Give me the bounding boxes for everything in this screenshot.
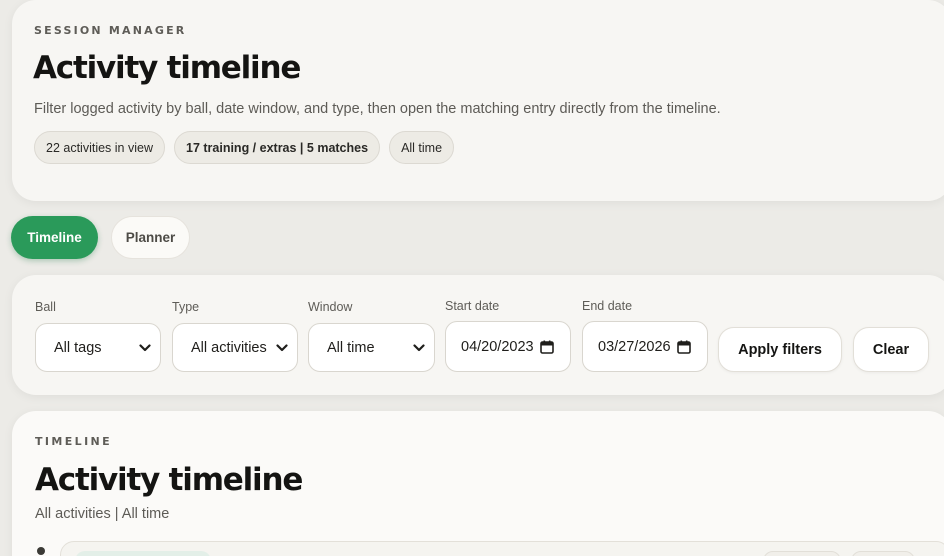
entry-tag [75,551,211,556]
time-window-chip: All time [389,131,455,164]
calendar-icon[interactable] [540,340,554,354]
type-select[interactable]: All activities [172,323,298,372]
window-select[interactable]: All time [308,323,435,372]
entry-action-button[interactable] [763,551,841,556]
chevron-down-icon [267,343,297,352]
timeline-subtitle: All activities | All time [35,506,170,522]
summary-chips: 22 activities in view 17 training / extr… [34,131,455,164]
start-date-value: 04/20/2023 [461,338,534,355]
page-title: Activity timeline [33,50,301,86]
ball-select-value: All tags [54,339,102,356]
clear-filters-button[interactable]: Clear [853,327,929,372]
start-date-label: Start date [445,299,500,313]
page-description: Filter logged activity by ball, date win… [34,101,721,117]
activities-count-chip: 22 activities in view [34,131,165,164]
timeline-card: TIMELINE Activity timeline All activitie… [12,411,944,556]
start-date-input[interactable]: 04/20/2023 [445,321,571,372]
calendar-icon[interactable] [677,340,691,354]
chevron-down-icon [404,343,434,352]
window-filter-label: Window [308,300,353,314]
ball-filter-label: Ball [35,300,56,314]
page: SESSION MANAGER Activity timeline Filter… [0,0,944,556]
end-date-value: 03/27/2026 [598,338,671,355]
section-eyebrow: SESSION MANAGER [34,24,187,37]
ball-select[interactable]: All tags [35,323,161,372]
timeline-eyebrow: TIMELINE [35,435,113,448]
end-date-input[interactable]: 03/27/2026 [582,321,708,372]
tab-planner[interactable]: Planner [111,216,190,259]
timeline-entry[interactable] [60,541,944,556]
session-header-card: SESSION MANAGER Activity timeline Filter… [12,0,944,201]
end-date-label: End date [582,299,633,313]
apply-filters-button[interactable]: Apply filters [718,327,842,372]
type-filter-label: Type [172,300,200,314]
timeline-title: Activity timeline [35,462,303,498]
tab-timeline[interactable]: Timeline [11,216,98,259]
type-select-value: All activities [191,339,267,356]
entry-action-button[interactable] [851,551,915,556]
activity-breakdown-chip: 17 training / extras | 5 matches [174,131,381,164]
filters-card: Ball All tags Type All activities Window… [12,275,944,395]
chevron-down-icon [130,343,160,352]
window-select-value: All time [327,339,375,356]
timeline-marker [37,547,45,555]
